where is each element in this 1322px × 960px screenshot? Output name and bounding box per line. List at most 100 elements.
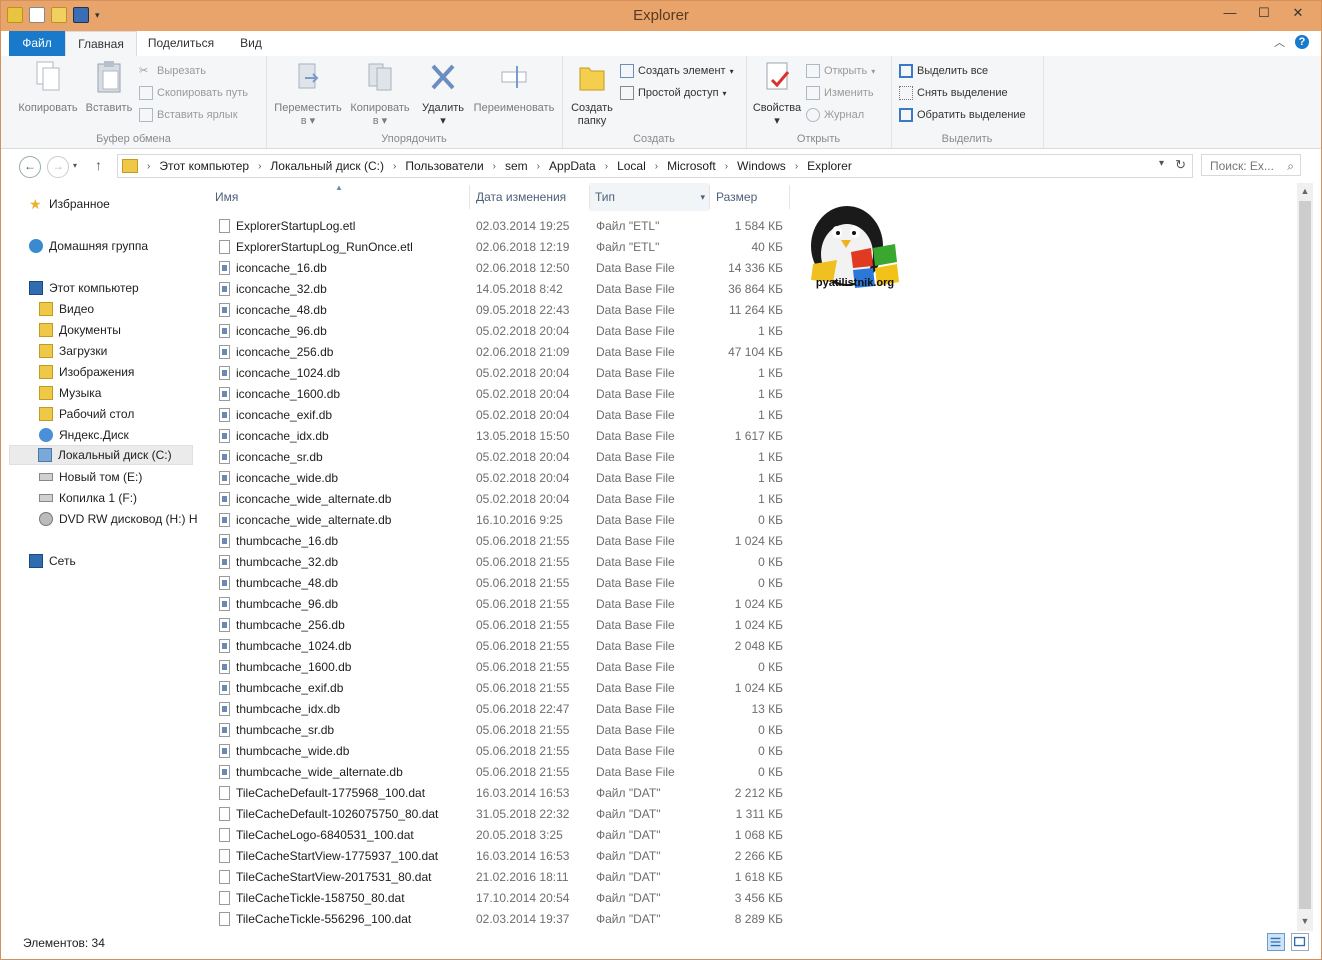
copy-button[interactable]: Копировать bbox=[15, 60, 81, 115]
file-row[interactable]: ExplorerStartupLog_RunOnce.etl 02.06.2018… bbox=[217, 237, 797, 258]
chevron-right-icon[interactable]: › bbox=[725, 161, 728, 172]
new-item-button[interactable]: Создать элемент ▾ bbox=[620, 62, 734, 80]
file-row[interactable]: iconcache_idx.db 13.05.2018 15:50 Data Bas… bbox=[217, 426, 797, 447]
breadcrumb-local[interactable]: Local bbox=[617, 159, 646, 173]
back-button[interactable]: ← bbox=[19, 156, 41, 178]
breadcrumb-explorer[interactable]: Explorer bbox=[807, 159, 852, 173]
edit-button[interactable]: Изменить bbox=[806, 84, 874, 102]
chevron-right-icon[interactable]: › bbox=[537, 161, 540, 172]
invert-selection-button[interactable]: Обратить выделение bbox=[899, 106, 1026, 124]
file-row[interactable]: iconcache_wide_alternate.db 16.10.2016 9:… bbox=[217, 510, 797, 531]
column-header-date[interactable]: Дата изменения bbox=[476, 183, 586, 211]
scroll-down-icon[interactable]: ▼ bbox=[1297, 913, 1313, 929]
breadcrumb-local-disk[interactable]: Локальный диск (C:) bbox=[270, 159, 384, 173]
breadcrumb-sem[interactable]: sem bbox=[505, 159, 528, 173]
copy-to-button[interactable]: Копировать в ▾ bbox=[344, 60, 416, 128]
nav-dvd-h[interactable]: DVD RW дисковод (H:) Н bbox=[39, 509, 198, 529]
nav-yandex-disk[interactable]: Яндекс.Диск bbox=[39, 425, 129, 445]
file-row[interactable]: iconcache_exif.db 05.02.2018 20:04 Data Ba… bbox=[217, 405, 797, 426]
copy-path-button[interactable]: Скопировать путь bbox=[139, 84, 248, 102]
column-header-type[interactable]: Тип ▾ bbox=[590, 183, 709, 211]
nav-this-pc[interactable]: Этот компьютер bbox=[29, 278, 139, 298]
file-row[interactable]: thumbcache_48.db 05.06.2018 21:55 Data Bas… bbox=[217, 573, 797, 594]
address-dropdown-icon[interactable]: ▾ bbox=[1159, 158, 1164, 169]
file-row[interactable]: thumbcache_1024.db 05.06.2018 21:55 Data B… bbox=[217, 636, 797, 657]
tab-file[interactable]: Файл bbox=[9, 31, 65, 56]
nav-favorites[interactable]: ★ Избранное bbox=[29, 194, 110, 214]
new-folder-button[interactable]: Создать папку bbox=[566, 60, 618, 128]
paste-shortcut-button[interactable]: Вставить ярлык bbox=[139, 106, 238, 124]
search-icon[interactable]: ⌕ bbox=[1287, 155, 1294, 177]
forward-button[interactable]: → bbox=[47, 156, 69, 178]
chevron-right-icon[interactable]: › bbox=[655, 161, 658, 172]
file-row[interactable]: thumbcache_1600.db 05.06.2018 21:55 Data B… bbox=[217, 657, 797, 678]
chevron-right-icon[interactable]: › bbox=[795, 161, 798, 172]
delete-button[interactable]: Удалить ▾ bbox=[418, 60, 468, 128]
vertical-scrollbar[interactable]: ▲ ▼ bbox=[1297, 183, 1313, 931]
select-all-button[interactable]: Выделить все bbox=[899, 62, 988, 80]
breadcrumb-users[interactable]: Пользователи bbox=[405, 159, 483, 173]
file-row[interactable]: iconcache_wide.db 05.02.2018 20:04 Data Ba… bbox=[217, 468, 797, 489]
scroll-up-icon[interactable]: ▲ bbox=[1297, 183, 1313, 199]
tab-home[interactable]: Главная bbox=[65, 31, 137, 58]
file-row[interactable]: thumbcache_32.db 05.06.2018 21:55 Data Bas… bbox=[217, 552, 797, 573]
file-row[interactable]: thumbcache_wide.db 05.06.2018 21:55 Data B… bbox=[217, 741, 797, 762]
file-row[interactable]: thumbcache_96.db 05.06.2018 21:55 Data Bas… bbox=[217, 594, 797, 615]
file-row[interactable]: iconcache_16.db 02.06.2018 12:50 Data Base… bbox=[217, 258, 797, 279]
breadcrumb-windows[interactable]: Windows bbox=[737, 159, 786, 173]
file-row[interactable]: ExplorerStartupLog.etl 02.03.2014 19:25 Фа… bbox=[217, 216, 797, 237]
open-button[interactable]: Открыть ▾ bbox=[806, 62, 875, 80]
paste-button[interactable]: Вставить bbox=[83, 60, 135, 115]
breadcrumb-this-pc[interactable]: Этот компьютер bbox=[159, 159, 249, 173]
file-row[interactable]: iconcache_1600.db 05.02.2018 20:04 Data Ba… bbox=[217, 384, 797, 405]
cut-button[interactable]: ✂ Вырезать bbox=[139, 62, 206, 80]
history-button[interactable]: Журнал bbox=[806, 106, 864, 124]
properties-button[interactable]: Свойства ▾ bbox=[750, 60, 804, 128]
easy-access-button[interactable]: Простой доступ ▾ bbox=[620, 84, 727, 102]
file-row[interactable]: iconcache_sr.db 05.02.2018 20:04 Data Base… bbox=[217, 447, 797, 468]
collapse-ribbon-icon[interactable]: ︿ bbox=[1274, 34, 1285, 50]
up-button[interactable]: ↑ bbox=[95, 157, 102, 173]
file-row[interactable]: thumbcache_sr.db 05.06.2018 21:55 Data Bas… bbox=[217, 720, 797, 741]
help-icon[interactable]: ? bbox=[1295, 35, 1309, 49]
details-view-button[interactable] bbox=[1267, 933, 1285, 951]
file-row[interactable]: iconcache_32.db 14.05.2018 8:42 Data Base … bbox=[217, 279, 797, 300]
recent-locations-icon[interactable]: ▾ bbox=[73, 161, 77, 170]
nav-drive-f[interactable]: Копилка 1 (F:) bbox=[39, 488, 137, 508]
file-row[interactable]: thumbcache_256.db 05.06.2018 21:55 Data Ba… bbox=[217, 615, 797, 636]
address-bar[interactable]: › Этот компьютер › Локальный диск (C:) ›… bbox=[117, 154, 1193, 178]
file-row[interactable]: thumbcache_exif.db 05.06.2018 21:55 Data B… bbox=[217, 678, 797, 699]
nav-music[interactable]: Музыка bbox=[39, 383, 101, 403]
large-icons-view-button[interactable] bbox=[1291, 933, 1309, 951]
file-row[interactable]: iconcache_96.db 05.02.2018 20:04 Data Base… bbox=[217, 321, 797, 342]
file-row[interactable]: iconcache_wide_alternate.db 05.02.2018 20… bbox=[217, 489, 797, 510]
maximize-button[interactable]: ☐ bbox=[1247, 3, 1281, 25]
column-header-size[interactable]: Размер bbox=[716, 183, 786, 211]
tab-view[interactable]: Вид bbox=[229, 31, 273, 56]
nav-new-volume-e[interactable]: Новый том (E:) bbox=[39, 467, 142, 487]
chevron-right-icon[interactable]: › bbox=[393, 161, 396, 172]
file-row[interactable]: TileCacheStartView-1775937_100.dat 16.03.… bbox=[217, 846, 797, 867]
close-button[interactable]: ✕ bbox=[1281, 3, 1315, 25]
search-input[interactable]: Поиск: Ex... ⌕ bbox=[1201, 154, 1301, 176]
refresh-icon[interactable]: ↻ bbox=[1175, 157, 1186, 173]
nav-video[interactable]: Видео bbox=[39, 299, 94, 319]
nav-documents[interactable]: Документы bbox=[39, 320, 121, 340]
column-header-name[interactable]: Имя bbox=[215, 183, 465, 211]
nav-desktop[interactable]: Рабочий стол bbox=[39, 404, 134, 424]
nav-local-disk-c[interactable]: Локальный диск (C:) bbox=[9, 445, 193, 465]
nav-network[interactable]: Сеть bbox=[29, 551, 76, 571]
file-row[interactable]: TileCacheStartView-2017531_80.dat 21.02.2… bbox=[217, 867, 797, 888]
rename-button[interactable]: Переименовать bbox=[470, 60, 558, 115]
breadcrumb-appdata[interactable]: AppData bbox=[549, 159, 596, 173]
file-row[interactable]: TileCacheTickle-158750_80.dat 17.10.2014 … bbox=[217, 888, 797, 909]
minimize-button[interactable]: — bbox=[1213, 3, 1247, 25]
file-row[interactable]: thumbcache_idx.db 05.06.2018 22:47 Data Ba… bbox=[217, 699, 797, 720]
file-row[interactable]: thumbcache_wide_alternate.db 05.06.2018 2… bbox=[217, 762, 797, 783]
column-filter-icon[interactable]: ▾ bbox=[700, 183, 705, 211]
nav-homegroup[interactable]: Домашняя группа bbox=[29, 236, 148, 256]
move-to-button[interactable]: Переместить в ▾ bbox=[272, 60, 344, 128]
tab-share[interactable]: Поделиться bbox=[141, 31, 221, 56]
scrollbar-thumb[interactable] bbox=[1299, 201, 1311, 909]
nav-pictures[interactable]: Изображения bbox=[39, 362, 134, 382]
